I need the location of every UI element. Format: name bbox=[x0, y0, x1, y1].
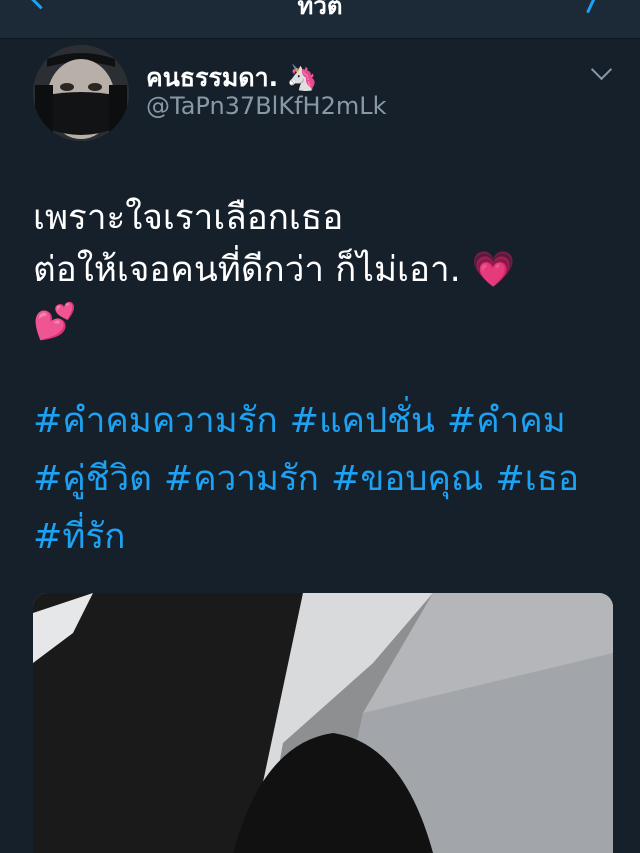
hashtag-line: #ที่รัก bbox=[33, 508, 618, 566]
navigation-bar: ทวีต bbox=[0, 0, 640, 39]
avatar[interactable] bbox=[33, 45, 129, 141]
tweet-photo-image bbox=[33, 593, 613, 853]
tweet-text-line: 💕 bbox=[33, 302, 77, 342]
hashtag-link[interactable]: #แคปชั่น bbox=[290, 401, 435, 441]
hashtag-link[interactable]: #ที่รัก bbox=[33, 517, 125, 557]
page-title: ทวีต bbox=[297, 0, 343, 20]
hashtag-link[interactable]: #คู่ชีวิต bbox=[33, 459, 152, 499]
hashtag-link[interactable]: #คำคมความรัก bbox=[33, 401, 278, 441]
hashtag-list: #คำคมความรัก #แคปชั่น #คำคม #คู่ชีวิต #ความ… bbox=[33, 392, 618, 566]
tweet-photo[interactable] bbox=[33, 593, 613, 853]
hashtag-line: #คู่ชีวิต #ความรัก #ขอบคุณ #เธอ bbox=[33, 450, 618, 508]
avatar-image bbox=[33, 45, 129, 141]
hashtag-link[interactable]: #ขอบคุณ bbox=[331, 459, 483, 499]
hashtag-link[interactable]: #ความรัก bbox=[164, 459, 319, 499]
hashtag-line: #คำคมความรัก #แคปชั่น #คำคม bbox=[33, 392, 618, 450]
hashtag-link[interactable]: #คำคม bbox=[447, 401, 566, 441]
tweet-text-line: ต่อให้เจอคนที่ดีกว่า ก็ไม่เอา. 💗 bbox=[33, 250, 516, 290]
hashtag-link[interactable]: #เธอ bbox=[495, 459, 579, 499]
tweet-text-line: เพราะใจเราเลือกเธอ bbox=[33, 198, 344, 238]
chevron-down-icon[interactable] bbox=[590, 58, 613, 81]
author-handle[interactable]: @TaPn37BlKfH2mLk bbox=[146, 92, 386, 120]
unicorn-emoji-icon: 🦄 bbox=[286, 63, 319, 92]
author-name-text: คนธรรมดา. bbox=[146, 63, 279, 92]
tweet-text: เพราะใจเราเลือกเธอ ต่อให้เจอคนที่ดีกว่า … bbox=[33, 192, 613, 348]
